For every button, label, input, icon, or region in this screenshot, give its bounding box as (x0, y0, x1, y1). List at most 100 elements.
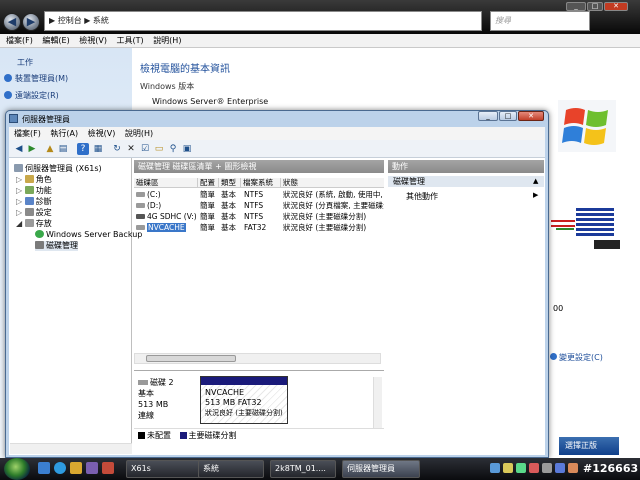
taskbar-button-server-manager[interactable]: 伺服器管理員 (342, 460, 420, 478)
tree-item-roles[interactable]: ▷ 角色 (16, 175, 52, 185)
partition-color-bar (201, 377, 287, 385)
backup-icon (35, 230, 44, 238)
tray-icon[interactable] (503, 463, 513, 473)
tray-icon[interactable] (490, 463, 500, 473)
windows-logo (558, 100, 616, 152)
menu-tools[interactable]: 工具(T) (117, 34, 144, 48)
forward-arrow-icon[interactable]: ▶ (26, 143, 38, 155)
start-button[interactable] (4, 458, 30, 480)
chevron-right-icon: ▶ (533, 191, 539, 199)
ibm-thinkpad-logo (548, 198, 622, 254)
actions-more[interactable]: 其他動作 (406, 191, 438, 202)
volume-fs: NTFS (244, 190, 264, 199)
volume-layout: 簡單 (200, 223, 215, 232)
tray-icon[interactable] (555, 463, 565, 473)
menu-help[interactable]: 說明(H) (153, 34, 181, 48)
explorer-icon[interactable] (70, 462, 82, 474)
col-layout[interactable]: 配置 (198, 178, 219, 188)
search-input[interactable]: 搜尋 (490, 11, 590, 31)
refresh-icon[interactable]: ↻ (111, 143, 123, 155)
properties-icon[interactable]: ▦ (92, 143, 104, 155)
help-icon[interactable]: ? (77, 143, 89, 155)
actions-section[interactable]: 磁碟管理 (388, 176, 544, 187)
col-filesystem[interactable]: 檔案系統 (241, 178, 281, 188)
back-button[interactable]: ◀ (3, 13, 21, 31)
tree-item-storage[interactable]: ◢ 存放 (16, 219, 52, 229)
shield-icon (4, 74, 12, 82)
tray-icon[interactable] (542, 463, 552, 473)
volume-type: 基本 (221, 201, 236, 210)
taskbar-button-document[interactable]: 2k8TM_01.... (270, 460, 336, 478)
menu-view[interactable]: 檢視(V) (88, 127, 116, 140)
menu-view[interactable]: 檢視(V) (79, 34, 107, 48)
genuine-button[interactable]: 選擇正版 (559, 437, 619, 455)
actions-header: 動作 (388, 160, 544, 173)
table-row[interactable]: (D:) 簡單 基本 NTFS 狀況良好 (分頁檔案, 主要磁碟分 (134, 200, 384, 211)
disk-info[interactable]: 磁碟 2 基本 513 MB 連線 (138, 377, 174, 421)
volume-status: 狀況良好 (系統, 啟動, 使用中, 損 (283, 190, 384, 199)
diagnostics-icon (24, 197, 34, 205)
tree-item-features[interactable]: ▷ 功能 (16, 186, 52, 196)
open-folder-icon[interactable]: ▭ (153, 143, 165, 155)
col-type[interactable]: 類型 (219, 178, 241, 188)
volume-layout: 簡單 (200, 212, 215, 221)
volume-type: 基本 (221, 212, 236, 221)
quicklaunch-icon-2[interactable] (102, 462, 114, 474)
table-row[interactable]: (C:) 簡單 基本 NTFS 狀況良好 (系統, 啟動, 使用中, 損 (134, 189, 384, 200)
col-status[interactable]: 狀態 (281, 178, 384, 188)
show-desktop-icon[interactable] (38, 462, 50, 474)
task-remote-settings[interactable]: 遠端設定(R) (4, 90, 59, 102)
sm-minimize-button[interactable]: _ (478, 111, 498, 121)
page-title: 檢視電腦的基本資訊 (140, 64, 230, 75)
menu-file[interactable]: 檔案(F) (14, 127, 41, 140)
menu-file[interactable]: 檔案(F) (6, 34, 33, 48)
table-row[interactable]: 4G SDHC (V:) 簡單 基本 NTFS 狀況良好 (主要磁碟分割) (134, 211, 384, 222)
menu-edit[interactable]: 編輯(E) (42, 34, 69, 48)
tree-root[interactable]: 伺服器管理員 (X61s) (14, 164, 102, 174)
disk-type: 基本 (138, 389, 154, 398)
export-icon[interactable]: ▣ (181, 143, 193, 155)
volume-fs: NTFS (244, 201, 264, 210)
col-volume[interactable]: 磁碟區 (134, 178, 198, 188)
search-icon[interactable]: ⚲ (167, 143, 179, 155)
forward-button[interactable]: ▶ (22, 13, 40, 31)
sm-maximize-button[interactable]: □ (499, 111, 517, 121)
tray-icon[interactable] (568, 463, 578, 473)
tree-item-diagnostics[interactable]: ▷ 診斷 (16, 197, 52, 207)
tree-item-windows-server-backup[interactable]: Windows Server Backup (35, 230, 142, 240)
close-button[interactable]: ✕ (604, 2, 628, 11)
taskbar-button-x61s[interactable]: X61s (126, 460, 206, 478)
sm-menu-bar: 檔案(F) 執行(A) 檢視(V) 說明(H) (9, 127, 545, 140)
up-folder-icon[interactable]: ▲ (44, 143, 56, 155)
taskbar-button-system[interactable]: 系統 (198, 460, 264, 478)
configuration-icon (24, 208, 34, 216)
minimize-button[interactable]: _ (566, 2, 586, 11)
features-icon (24, 186, 34, 194)
breadcrumb[interactable]: ▶ 控制台 ▶ 系統 (44, 11, 482, 31)
check-icon[interactable]: ☑ (139, 143, 151, 155)
legend-swatch-primary (179, 432, 187, 439)
tray-icon[interactable] (529, 463, 539, 473)
menu-help[interactable]: 說明(H) (125, 127, 153, 140)
disk-icon (138, 380, 148, 385)
sm-close-button[interactable]: ✕ (518, 111, 544, 121)
shield-icon (4, 91, 12, 99)
task-device-manager[interactable]: 裝置管理員(M) (4, 73, 68, 85)
partition-info: NVCACHE 513 MB FAT32 狀況良好 (主要磁碟分割) (205, 388, 285, 418)
delete-icon[interactable]: ✕ (125, 143, 137, 155)
scroll-thumb[interactable] (146, 355, 236, 362)
show-hide-tree-icon[interactable]: ▤ (57, 143, 69, 155)
tray-icon[interactable] (516, 463, 526, 473)
change-settings-link[interactable]: 變更設定(C) (550, 352, 603, 363)
internet-explorer-icon[interactable] (54, 462, 66, 474)
table-row-selected[interactable]: NVCACHE 簡單 基本 FAT32 狀況良好 (主要磁碟分割) (134, 222, 384, 233)
collapse-arrow-icon[interactable]: ▲ (533, 177, 538, 185)
tree-scrollbar[interactable] (10, 443, 132, 454)
maximize-button[interactable]: □ (587, 2, 603, 11)
menu-action[interactable]: 執行(A) (50, 127, 78, 140)
tree-item-disk-management[interactable]: 磁碟管理 (35, 241, 78, 251)
quicklaunch-icon[interactable] (86, 462, 98, 474)
tree-item-configuration[interactable]: ▷ 設定 (16, 208, 52, 218)
drive-icon (136, 214, 145, 219)
back-arrow-icon[interactable]: ◀ (13, 143, 25, 155)
